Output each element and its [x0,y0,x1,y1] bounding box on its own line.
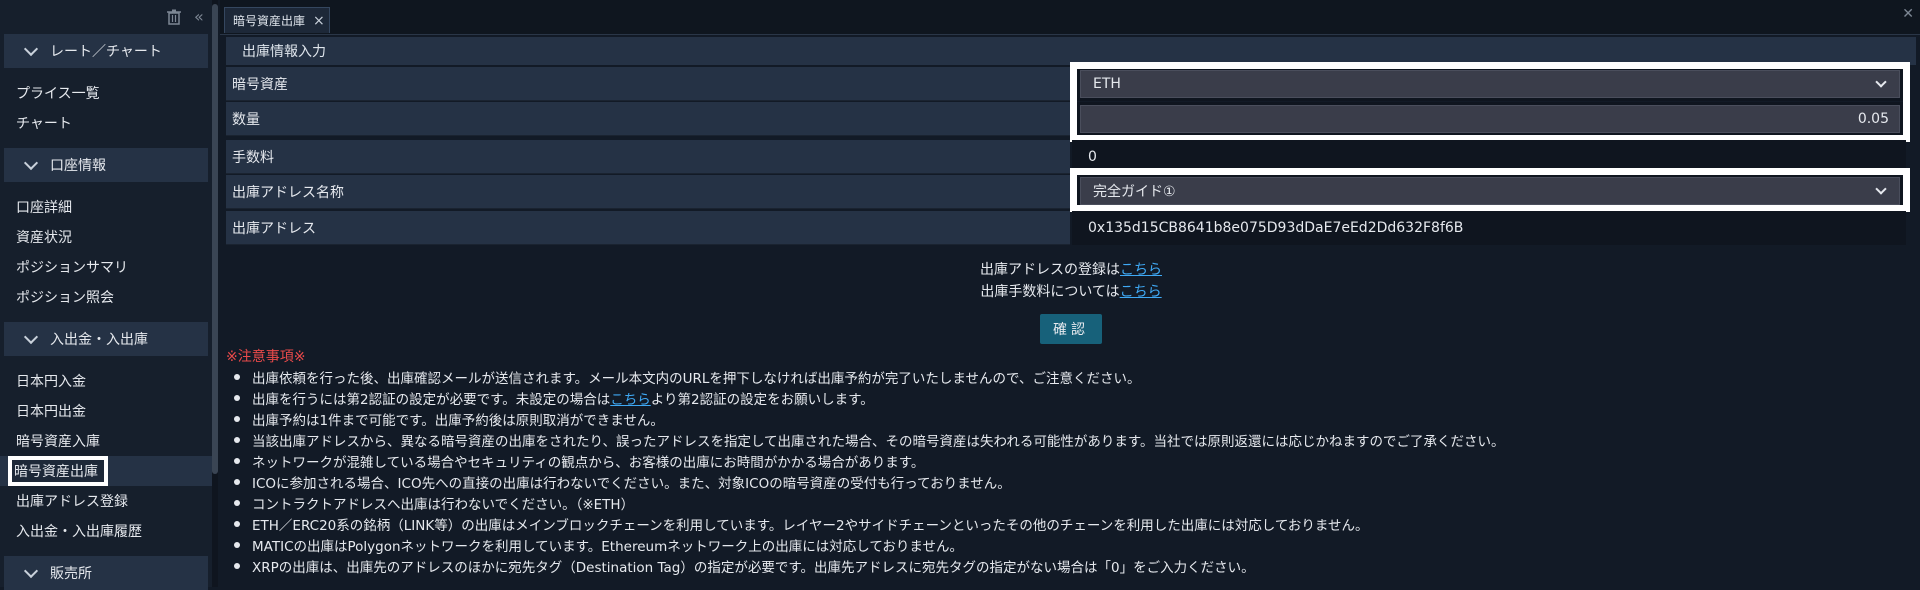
sidebar-item-assets[interactable]: 資産状況 [0,222,212,252]
sidebar-item-label: プライス一覧 [16,86,100,102]
sidebar: « レート／チャート プライス一覧 チャート 口座情報 口座詳細 資産状況 ポジ… [0,0,213,590]
sidebar-item-label: 入出金・入出庫履歴 [16,524,142,540]
sidebar-scrollbar[interactable] [212,0,218,587]
notice-item: XRPの出庫は、出庫先のアドレスのほかに宛先タグ（Destination Tag… [226,555,1505,576]
sidebar-item-crypto-deposit[interactable]: 暗号資産入庫 [0,426,212,456]
close-panel-icon[interactable]: ✕ [1902,6,1914,22]
chevron-down-icon [23,155,39,171]
sidebar-section-rate-chart[interactable]: レート／チャート [4,34,208,68]
sidebar-toolbar: « [0,0,212,34]
tab-label: 暗号資産出庫 [233,14,306,28]
notice-text: ICOに参加される場合、ICO先への直接の出庫は行わないでください。また、対象I… [252,475,1011,492]
chevron-down-icon [23,563,39,579]
bullet-icon [234,436,240,443]
collapse-sidebar-icon[interactable]: « [194,7,204,26]
chevron-down-icon [23,41,39,57]
bullet-icon [234,373,240,380]
bullet-icon [234,394,240,401]
chevron-down-icon [23,329,39,345]
notice-item: 出庫予約は1件まで可能です。出庫予約後は原則取消ができません。 [226,408,1505,429]
sidebar-item-account-detail[interactable]: 口座詳細 [0,192,212,222]
fee-info-text: 出庫手数料については [980,284,1120,300]
fee-value-text: 0 [1088,149,1097,165]
sidebar-item-label: ポジション照会 [16,290,114,306]
sidebar-item-label: ポジションサマリ [16,260,128,276]
sidebar-item-chart[interactable]: チャート [0,108,212,138]
tab-bar: 暗号資産出庫 × ✕ [220,0,1920,35]
sidebar-item-jpy-deposit[interactable]: 日本円入金 [0,366,212,396]
sidebar-section-deposit-withdraw[interactable]: 入出金・入出庫 [4,322,208,356]
notice-item: ETH／ERC20系の銘柄（LINK等）の出庫はメインブロックチェーンを利用して… [226,513,1505,534]
notice-text: XRPの出庫は、出庫先のアドレスのほかに宛先タグ（Destination Tag… [252,559,1255,576]
notice-item: 出庫を行うには第2認証の設定が必要です。未設定の場合は こちら より第2認証の設定を… [226,387,1505,408]
sidebar-item-label: 日本円出金 [16,404,86,420]
notice-text: 当該出庫アドレスから、異なる暗号資産の出庫をされたり、誤ったアドレスを指定して出… [252,433,1505,450]
notice-text: コントラクトアドレスへ出庫は行わないでください。（※ETH） [252,496,635,513]
bullet-icon [234,562,240,569]
notice-item: 当該出庫アドレスから、異なる暗号資産の出庫をされたり、誤ったアドレスを指定して出… [226,429,1505,450]
sidebar-item-position-summary[interactable]: ポジションサマリ [0,252,212,282]
notice-item: 出庫依頼を行った後、出庫確認メールが送信されます。メール本文内のURLを押下しな… [226,366,1505,387]
fee-info-line: 出庫手数料についてはこちら [226,281,1916,301]
fee-label: 手数料 [226,140,1070,174]
notice-text: ネットワークが混雑している場合やセキュリティの観点から、お客様の出庫にお時間がか… [252,454,925,471]
sidebar-section-label: レート／チャート [50,44,162,60]
register-address-line: 出庫アドレスの登録はこちら [226,259,1916,279]
sidebar-section-sales[interactable]: 販売所 [4,556,208,590]
bullet-icon [234,499,240,506]
bullet-icon [234,478,240,485]
notice-text: ETH／ERC20系の銘柄（LINK等）の出庫はメインブロックチェーンを利用して… [252,517,1369,534]
bullet-icon [234,457,240,464]
sidebar-item-price-list[interactable]: プライス一覧 [0,78,212,108]
sidebar-section-label: 入出金・入出庫 [50,332,148,348]
address-label: 出庫アドレス [226,211,1070,245]
sidebar-section-account[interactable]: 口座情報 [4,148,208,182]
trash-icon[interactable] [166,9,182,25]
notice-text: MATICの出庫はPolygonネットワークを利用しています。Ethereumネ… [252,538,964,555]
notice-item: ネットワークが混雑している場合やセキュリティの観点から、お客様の出庫にお時間がか… [226,450,1505,471]
close-tab-icon[interactable]: × [313,13,325,29]
form-section-header: 出庫情報入力 [226,37,1916,65]
notice-item: ICOに参加される場合、ICO先への直接の出庫は行わないでください。また、対象I… [226,471,1505,492]
sidebar-item-withdraw-address-register[interactable]: 出庫アドレス登録 [0,486,212,516]
notice-list: 出庫依頼を行った後、出庫確認メールが送信されます。メール本文内のURLを押下しな… [226,366,1505,576]
fee-info-link[interactable]: こちら [1120,284,1162,300]
notice-text: 出庫予約は1件まで可能です。出庫予約後は原則取消ができません。 [252,412,664,429]
sidebar-item-history[interactable]: 入出金・入出庫履歴 [0,516,212,546]
sidebar-item-position-inquiry[interactable]: ポジション照会 [0,282,212,312]
sidebar-item-label: チャート [16,116,72,132]
notice-text: 出庫依頼を行った後、出庫確認メールが送信されます。メール本文内のURLを押下しな… [252,370,1141,387]
asset-label: 暗号資産 [226,67,1070,101]
bullet-icon [234,541,240,548]
sidebar-item-label: 暗号資産入庫 [16,434,100,450]
address-value: 0x135d15CB8641b8e075D93dDaE7eEd2Dd632F8f… [1072,211,1906,245]
sidebar-item-label: 暗号資産出庫 [8,456,108,486]
tab-crypto-withdraw[interactable]: 暗号資産出庫 × [224,7,330,33]
notice-item: コントラクトアドレスへ出庫は行わないでください。（※ETH） [226,492,1505,513]
sidebar-item-label: 口座詳細 [16,200,72,216]
confirm-button[interactable]: 確認 [1040,314,1102,344]
notice-item: MATICの出庫はPolygonネットワークを利用しています。Ethereumネ… [226,534,1505,555]
highlight-box-address-name [1070,168,1910,212]
sidebar-item-crypto-withdraw[interactable]: 暗号資産出庫 [0,456,212,486]
notice-text: 出庫を行うには第2認証の設定が必要です。未設定の場合は [252,391,611,408]
quantity-label: 数量 [226,102,1070,136]
address-value-text: 0x135d15CB8641b8e075D93dDaE7eEd2Dd632F8f… [1088,220,1464,236]
address-name-label: 出庫アドレス名称 [226,175,1070,209]
bullet-icon [234,520,240,527]
sidebar-section-label: 口座情報 [50,158,106,174]
bullet-icon [234,415,240,422]
scrollbar-thumb[interactable] [212,4,218,474]
register-address-link[interactable]: こちら [1120,262,1162,278]
sidebar-item-label: 出庫アドレス登録 [16,494,128,510]
2fa-setup-link[interactable]: こちら [610,388,651,408]
sidebar-item-jpy-withdraw[interactable]: 日本円出金 [0,396,212,426]
sidebar-item-label: 資産状況 [16,230,72,246]
sidebar-section-label: 販売所 [50,566,92,582]
sidebar-item-label: 日本円入金 [16,374,86,390]
highlight-box-asset-qty [1070,62,1910,142]
notice-title: ※注意事項※ [226,349,306,365]
register-address-text: 出庫アドレスの登録は [980,262,1120,278]
notice-text: より第2認証の設定をお願いします。 [650,391,874,408]
